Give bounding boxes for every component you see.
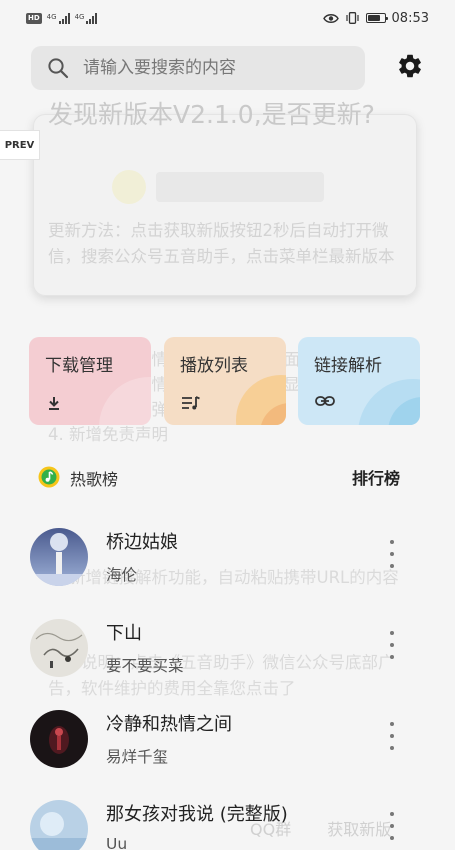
song-title: 那女孩对我说 (完整版) [106, 804, 288, 825]
song-artist: 海伦 [106, 566, 138, 584]
more-vertical-icon[interactable] [384, 631, 400, 659]
update-dialog-banner [112, 162, 342, 212]
signal-2-icon [86, 12, 98, 24]
card-label: 链接解析 [314, 356, 382, 376]
qq-music-logo-icon [38, 466, 60, 488]
song-cover [30, 800, 88, 850]
song-title: 冷静和热情之间 [106, 714, 232, 735]
song-item[interactable]: 那女孩对我说 (完整版) Uu [0, 800, 455, 850]
banner-bubble [112, 170, 146, 204]
song-item[interactable]: 下山 要不要买菜 [0, 619, 455, 691]
song-cover [30, 619, 88, 677]
signal-1-icon [58, 12, 70, 24]
link-parse-card[interactable]: 链接解析 [298, 337, 420, 425]
gear-icon[interactable] [396, 52, 424, 80]
song-item[interactable]: 桥边姑娘 海伦 [0, 528, 455, 600]
card-label: 下载管理 [45, 356, 113, 376]
clock: 08:53 [391, 10, 429, 26]
download-manager-card[interactable]: 下载管理 [29, 337, 151, 425]
hd-badge: HD [26, 12, 42, 24]
signal-2-label: 4G [74, 12, 85, 21]
song-artist: 要不要买菜 [106, 657, 184, 675]
battery-level [367, 15, 380, 21]
song-title: 桥边姑娘 [106, 532, 178, 553]
song-cover [30, 710, 88, 768]
eye-icon [322, 13, 339, 23]
vibrate-icon [345, 12, 359, 24]
status-left: HD 4G 4G [26, 12, 98, 24]
app-screen: HD 4G 4G 08:53 请输入要搜索的内容 发现新版本V2.1.0,是否更… [0, 0, 455, 850]
status-bar: HD 4G 4G 08:53 [0, 0, 455, 36]
song-cover [30, 528, 88, 586]
song-item[interactable]: 冷静和热情之间 易烊千玺 [0, 710, 455, 782]
download-icon [49, 397, 59, 410]
update-list-item: 4. 新增免责声明 [48, 425, 168, 444]
rankings-link[interactable]: 排行榜 [352, 465, 400, 489]
link-icon [315, 396, 335, 406]
more-vertical-icon[interactable] [384, 722, 400, 750]
search-input[interactable] [83, 58, 333, 78]
playlist-card[interactable]: 播放列表 [164, 337, 286, 425]
more-vertical-icon[interactable] [384, 540, 400, 568]
search-icon [48, 58, 69, 79]
hot-songs-title: 热歌榜 [70, 470, 119, 489]
playlist-icon [182, 396, 200, 410]
banner-bar [156, 172, 324, 202]
search-bar[interactable] [31, 46, 365, 90]
song-title: 下山 [106, 623, 142, 644]
more-vertical-icon[interactable] [384, 812, 400, 840]
card-label: 播放列表 [180, 356, 248, 376]
prev-tag[interactable]: PREV [0, 130, 40, 160]
song-artist: 易烊千玺 [106, 748, 169, 766]
song-artist: Uu [106, 835, 128, 850]
battery-icon [365, 13, 389, 23]
status-right: 08:53 [322, 10, 429, 26]
signal-1-label: 4G [46, 12, 57, 21]
